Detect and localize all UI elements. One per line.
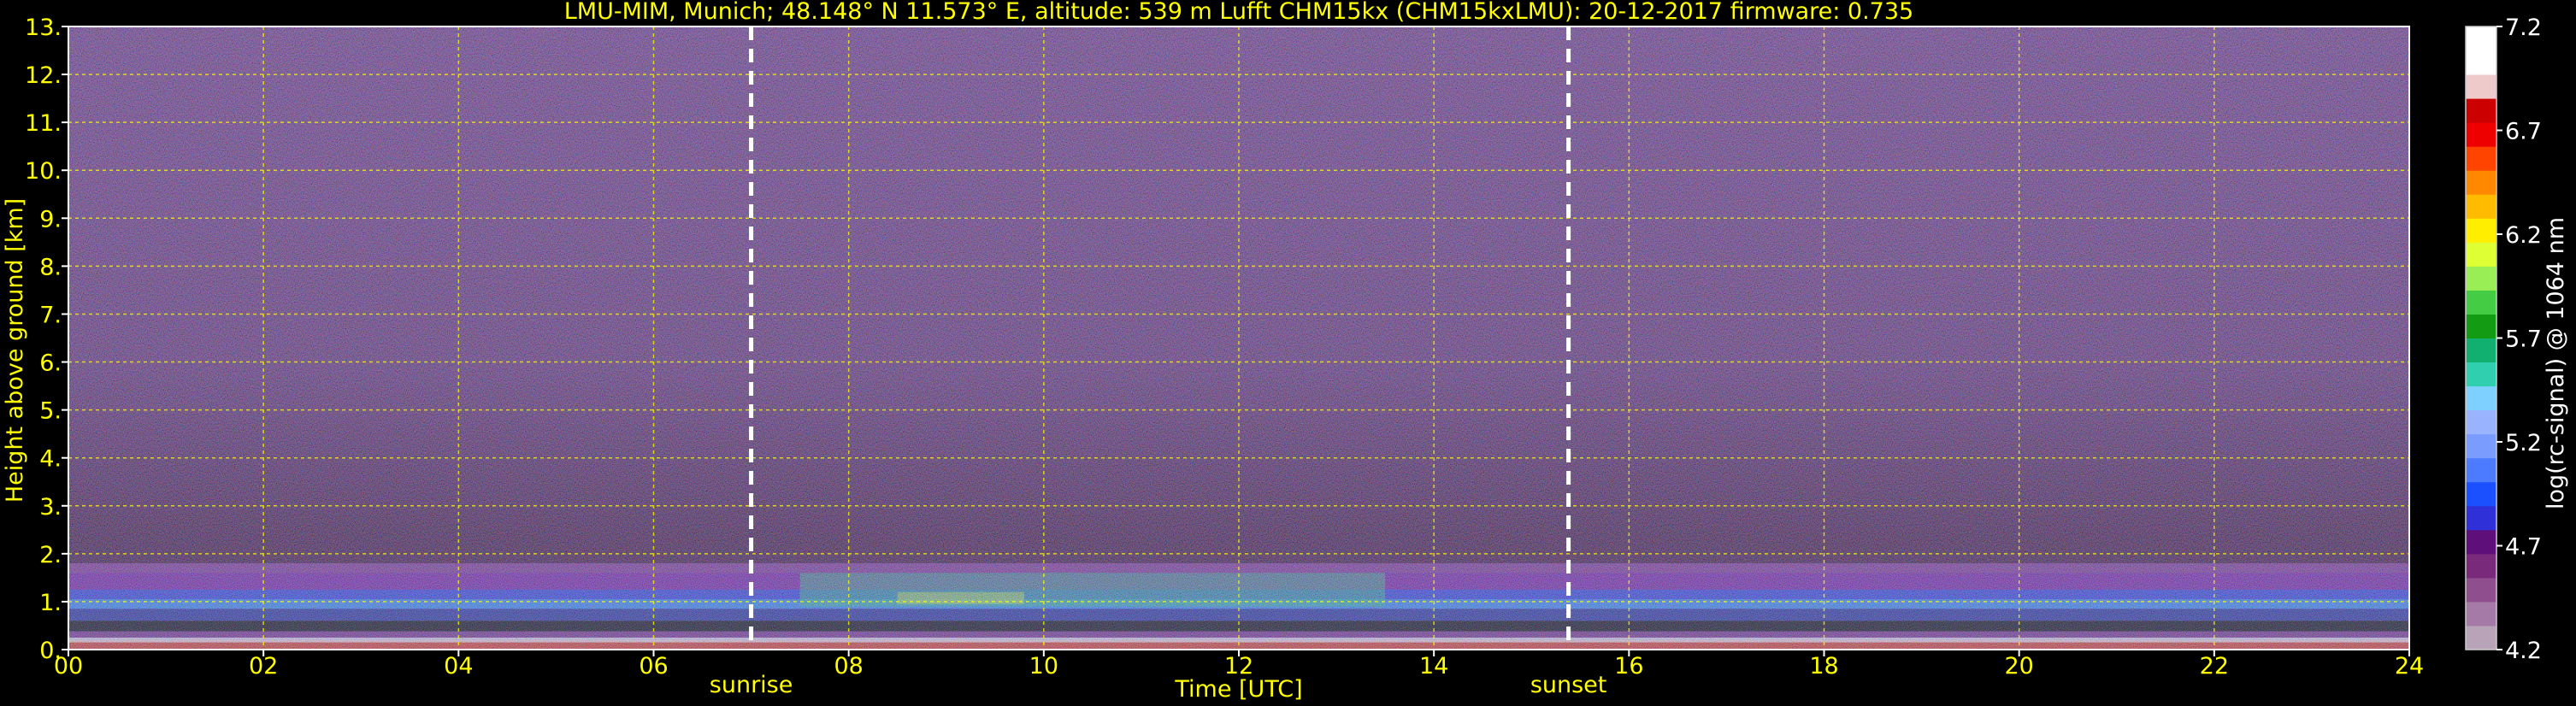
colorbar-segment [2466, 433, 2496, 459]
ceilometer-chart: sunrise sunset 00 02 04 06 08 10 12 14 16 18 20 22 24… [2, 0, 2569, 703]
colorbar-segment [2466, 98, 2496, 123]
colorbar-segment [2466, 74, 2496, 99]
y-tick-label: 12. [25, 62, 62, 89]
y-tick-label: 7. [39, 302, 62, 328]
chart-title: LMU-MIM, Munich; 48.148° N 11.573° E, al… [564, 0, 1913, 25]
colorbar-segment [2466, 50, 2496, 75]
y-tick-label: 2. [39, 542, 62, 568]
colorbar-segment [2466, 362, 2496, 387]
y-tick-label: 3. [39, 494, 62, 521]
x-tick-label: 10 [1029, 653, 1058, 680]
y-tick-label: 5. [39, 398, 62, 425]
colorbar-segment [2466, 553, 2496, 579]
y-tick-label: 1. [39, 590, 62, 616]
colorbar-label: log(rc-signal) @ 1064 nm [2543, 217, 2569, 509]
colorbar-segment [2466, 338, 2496, 363]
y-tick-label: 4. [39, 446, 62, 473]
colorbar-tick-label: 5.2 [2505, 430, 2542, 456]
colorbar-tick-label: 6.2 [2505, 222, 2542, 249]
colorbar-tick-label: 6.7 [2505, 119, 2542, 145]
x-tick-label: 22 [2200, 653, 2229, 680]
y-tick-label: 9. [39, 206, 62, 232]
x-tick-label: 16 [1614, 653, 1643, 680]
x-tick-label: 14 [1419, 653, 1448, 680]
colorbar-segment [2466, 170, 2496, 195]
x-tick-label: 24 [2395, 653, 2424, 680]
colorbar-segment [2466, 481, 2496, 507]
sunset-label: sunset [1530, 672, 1607, 698]
colorbar-segment [2466, 409, 2496, 435]
colorbar-segment [2466, 457, 2496, 483]
colorbar-segment [2466, 505, 2496, 531]
colorbar-segment [2466, 266, 2496, 291]
x-tick-label: 18 [1809, 653, 1838, 680]
colorbar-tick-label: 4.2 [2505, 638, 2542, 664]
y-tick-label: 0. [39, 638, 62, 664]
colorbar-segment [2466, 314, 2496, 338]
colorbar-segment [2466, 601, 2496, 627]
y-tick-label: 6. [39, 350, 62, 377]
colorbar-segment [2466, 290, 2496, 315]
x-tick-label: 06 [639, 653, 668, 680]
sunrise-label: sunrise [710, 672, 793, 698]
x-tick-label: 04 [444, 653, 473, 680]
colorbar-segment [2466, 194, 2496, 219]
y-tick-label: 10. [25, 158, 62, 185]
colorbar-tick-label: 4.7 [2505, 534, 2542, 561]
colorbar-segment [2466, 122, 2496, 147]
x-tick-label: 20 [2004, 653, 2033, 680]
colorbar-segment [2466, 625, 2496, 650]
y-axis-label: Height above ground [km] [2, 198, 28, 503]
y-tick-label: 13. [25, 15, 62, 41]
colorbar-segment [2466, 218, 2496, 243]
y-tick-label: 8. [39, 254, 62, 280]
colorbar-segment [2466, 26, 2496, 51]
colorbar-segment [2466, 385, 2496, 411]
colorbar-segment [2466, 242, 2496, 267]
x-axis-label: Time [UTC] [1174, 676, 1302, 703]
colorbar-segment [2466, 146, 2496, 171]
colorbar-tick-label: 5.7 [2505, 327, 2542, 353]
x-tick-label: 02 [249, 653, 278, 680]
colorbar: 7.2 6.7 6.2 5.7 5.2 4.7 4.2 [2465, 15, 2542, 664]
colorbar-segment [2466, 529, 2496, 555]
colorbar-segment [2466, 577, 2496, 603]
y-tick-label: 11. [25, 110, 62, 137]
colorbar-tick-label: 7.2 [2505, 15, 2542, 41]
x-tick-label: 08 [834, 653, 863, 680]
